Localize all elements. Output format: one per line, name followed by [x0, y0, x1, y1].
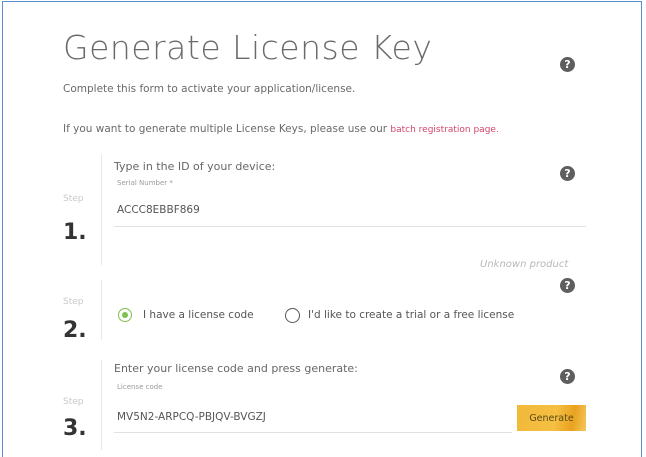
- trial-license-radio[interactable]: [285, 308, 300, 323]
- content-frame: [2, 1, 642, 457]
- step-3-divider: [101, 360, 102, 450]
- serial-number-label: Serial Number *: [117, 179, 173, 187]
- page-subtitle: Complete this form to activate your appl…: [63, 83, 356, 95]
- have-license-option-label[interactable]: I have a license code: [143, 309, 254, 321]
- batch-registration-link[interactable]: batch registration page.: [390, 125, 498, 135]
- license-code-label: License code: [117, 383, 163, 391]
- step-2-number: 2.: [63, 318, 87, 343]
- serial-number-underline: [114, 226, 586, 227]
- step-3-label: Step: [63, 397, 84, 407]
- help-icon[interactable]: ?: [560, 278, 575, 293]
- step-1-number: 1.: [63, 220, 87, 245]
- product-status: Unknown product: [480, 259, 569, 270]
- license-code-prompt: Enter your license code and press genera…: [114, 362, 358, 375]
- help-icon[interactable]: ?: [560, 369, 575, 384]
- device-id-prompt: Type in the ID of your device:: [114, 160, 276, 173]
- step-2-divider: [101, 280, 102, 340]
- multiple-keys-text: If you want to generate multiple License…: [63, 123, 499, 135]
- serial-number-input[interactable]: ACCC8EBBF869: [117, 204, 200, 216]
- help-icon[interactable]: ?: [560, 166, 575, 181]
- license-code-input[interactable]: MV5N2-ARPCQ-PBJQV-BVGZJ: [117, 411, 266, 423]
- page-title: Generate License Key: [63, 28, 433, 67]
- multiple-keys-prefix: If you want to generate multiple License…: [63, 123, 388, 135]
- have-license-radio[interactable]: [118, 308, 132, 322]
- step-1-label: Step: [63, 194, 84, 204]
- step-3-number: 3.: [63, 416, 87, 441]
- step-1-divider: [101, 155, 102, 265]
- generate-button[interactable]: Generate: [517, 405, 586, 431]
- step-2-label: Step: [63, 297, 84, 307]
- trial-license-option-label[interactable]: I'd like to create a trial or a free lic…: [308, 309, 514, 321]
- help-icon[interactable]: ?: [560, 57, 575, 72]
- license-code-underline: [114, 432, 512, 433]
